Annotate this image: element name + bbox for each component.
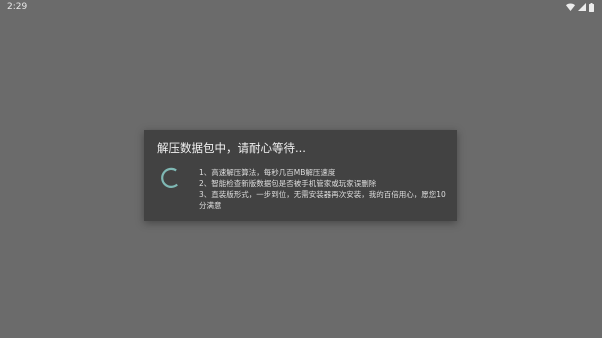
dialog-title: 解压数据包中，请耐心等待... bbox=[157, 141, 306, 155]
status-bar: 2:29 bbox=[0, 0, 602, 14]
loading-dialog: 解压数据包中，请耐心等待... 1、高速解压算法，每秒几百MB解压速度 2、智能… bbox=[144, 130, 457, 221]
loading-spinner-icon bbox=[160, 167, 182, 189]
wifi-icon bbox=[566, 3, 575, 11]
dialog-message: 1、高速解压算法，每秒几百MB解压速度 2、智能检查新版数据包是否被手机管家或玩… bbox=[199, 167, 449, 211]
battery-icon bbox=[589, 2, 594, 12]
message-line-1: 1、高速解压算法，每秒几百MB解压速度 bbox=[199, 168, 336, 177]
message-line-2: 2、智能检查新版数据包是否被手机管家或玩家误删除 bbox=[199, 179, 377, 188]
signal-icon bbox=[578, 3, 586, 11]
message-line-3: 3、直装版形式，一步到位，无需安装器再次安装，我的百倍用心，愿您10分满意 bbox=[199, 190, 446, 210]
status-time: 2:29 bbox=[7, 2, 28, 12]
status-icons bbox=[566, 2, 594, 12]
screen: 2:29 解压数据包中，请耐心等待... 1、高速解压算法，每秒几百MB解压速度… bbox=[0, 0, 602, 338]
